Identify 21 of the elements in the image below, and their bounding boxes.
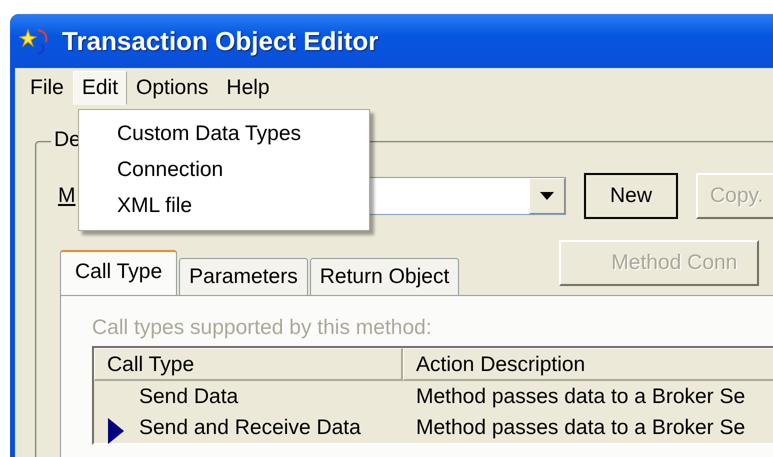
column-header[interactable]: Action Description: [403, 348, 773, 381]
panel-caption: Call types supported by this method:: [92, 316, 433, 340]
menu-entry[interactable]: XML file: [79, 188, 369, 224]
new-button[interactable]: New: [584, 173, 678, 219]
menu-entry[interactable]: Connection: [79, 152, 369, 188]
menu-item[interactable]: Options: [127, 71, 218, 105]
method-label: M: [58, 184, 76, 208]
tab[interactable]: Return Object: [310, 258, 460, 295]
table-cell-text: Method passes data to a Broker Se: [415, 416, 746, 440]
table-cell[interactable]: Send Data: [94, 384, 404, 408]
table-cell[interactable]: Send and Receive Data: [94, 416, 404, 440]
window-title: Transaction Object Editor: [62, 26, 378, 56]
tab[interactable]: Parameters: [179, 258, 308, 295]
caret-icon: [540, 192, 554, 200]
tab[interactable]: Call Type: [60, 250, 178, 295]
dropdown-button[interactable]: [529, 178, 565, 214]
menu-item[interactable]: File: [21, 71, 73, 105]
column-header[interactable]: Call Type: [94, 348, 403, 381]
menu-item[interactable]: Help: [217, 71, 279, 105]
menu-item[interactable]: Edit: [72, 71, 128, 105]
table-cell-text: Method passes data to a Broker Se: [415, 384, 746, 408]
